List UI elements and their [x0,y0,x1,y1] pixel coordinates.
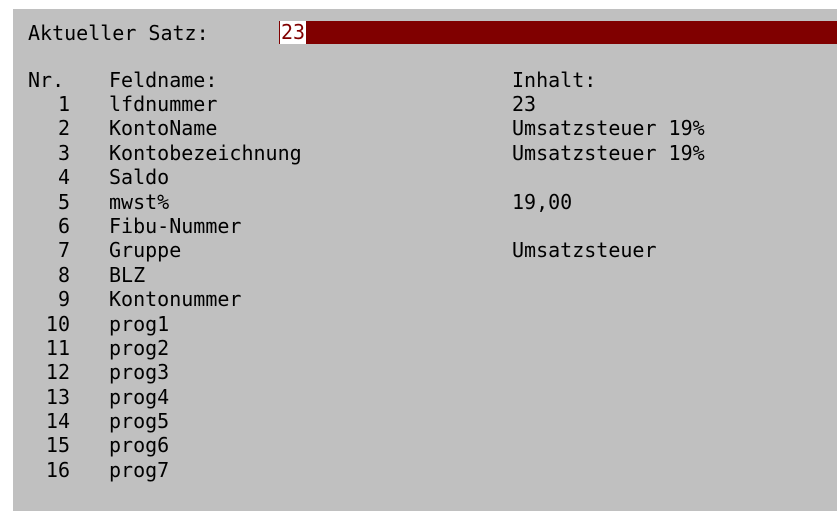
field-row[interactable]: 15 prog6 [13,433,837,457]
field-number: 1 [57,92,70,116]
field-row[interactable]: 1 lfdnummer 23 [13,92,837,116]
field-number: 16 [45,457,70,482]
field-number: 2 [57,116,70,141]
field-value: Umsatzsteuer 19% [512,140,705,165]
field-row[interactable]: 10 prog1 [13,312,837,336]
field-row[interactable]: 6 Fibu-Nummer [13,214,837,238]
field-name: prog1 [109,311,170,336]
screen: Aktueller Satz: 23 Nr. Feldname: Inhalt:… [0,0,837,511]
field-row[interactable]: 3 Kontobezeichnung Umsatzsteuer 19% [13,141,837,165]
current-record-label: Aktueller Satz: [28,21,209,45]
field-name: prog5 [109,409,170,434]
field-row[interactable]: 8 BLZ [13,263,837,287]
field-number: 3 [57,140,70,165]
field-number: 14 [45,409,70,434]
field-name: BLZ [109,262,146,287]
field-number: 15 [45,433,70,458]
field-row[interactable]: 12 prog3 [13,360,837,384]
current-record-value[interactable]: 23 [280,21,307,44]
field-name: Gruppe [109,238,182,263]
field-number: 11 [45,335,70,360]
field-name: Kontonummer [109,287,242,312]
field-name: prog3 [109,360,170,385]
field-number: 5 [57,189,70,214]
field-name: mwst% [109,189,170,214]
console-window: Aktueller Satz: 23 Nr. Feldname: Inhalt:… [13,9,837,511]
field-row[interactable]: 16 prog7 [13,458,837,482]
field-name: Kontobezeichnung [109,140,302,165]
field-number: 12 [45,360,70,385]
field-name: Fibu-Nummer [109,213,242,238]
field-name: lfdnummer [109,92,218,116]
field-value: 19,00 [512,189,573,214]
field-number: 8 [57,262,70,287]
column-header-nr: Nr. [28,68,65,92]
field-number: 4 [57,165,70,190]
field-name: prog2 [109,335,170,360]
field-value: Umsatzsteuer 19% [512,116,705,141]
field-name: prog7 [109,457,170,482]
field-row[interactable]: 4 Saldo [13,165,837,189]
column-header-fieldname: Feldname: [109,68,218,92]
field-name: Saldo [109,165,170,190]
field-number: 9 [57,287,70,312]
field-row[interactable]: 5 mwst% 19,00 [13,190,837,214]
field-row[interactable]: 11 prog2 [13,336,837,360]
field-list: 1 lfdnummer 23 2 KontoName Umsatzsteuer 19% … [13,92,837,482]
field-row[interactable]: 2 KontoName Umsatzsteuer 19% [13,116,837,140]
field-row[interactable]: 13 prog4 [13,385,837,409]
field-value: Umsatzsteuer [512,238,657,263]
field-name: prog4 [109,384,170,409]
field-number: 6 [57,213,70,238]
field-row[interactable]: 14 prog5 [13,409,837,433]
field-row[interactable]: 7 Gruppe Umsatzsteuer [13,238,837,262]
column-header-content: Inhalt: [512,68,597,92]
field-number: 13 [45,384,70,409]
field-row[interactable]: 9 Kontonummer [13,287,837,311]
field-name: KontoName [109,116,218,141]
field-number: 7 [57,238,70,263]
field-value: 23 [512,92,537,116]
current-record-field[interactable]: 23 [279,21,837,44]
field-number: 10 [45,311,70,336]
field-name: prog6 [109,433,170,458]
